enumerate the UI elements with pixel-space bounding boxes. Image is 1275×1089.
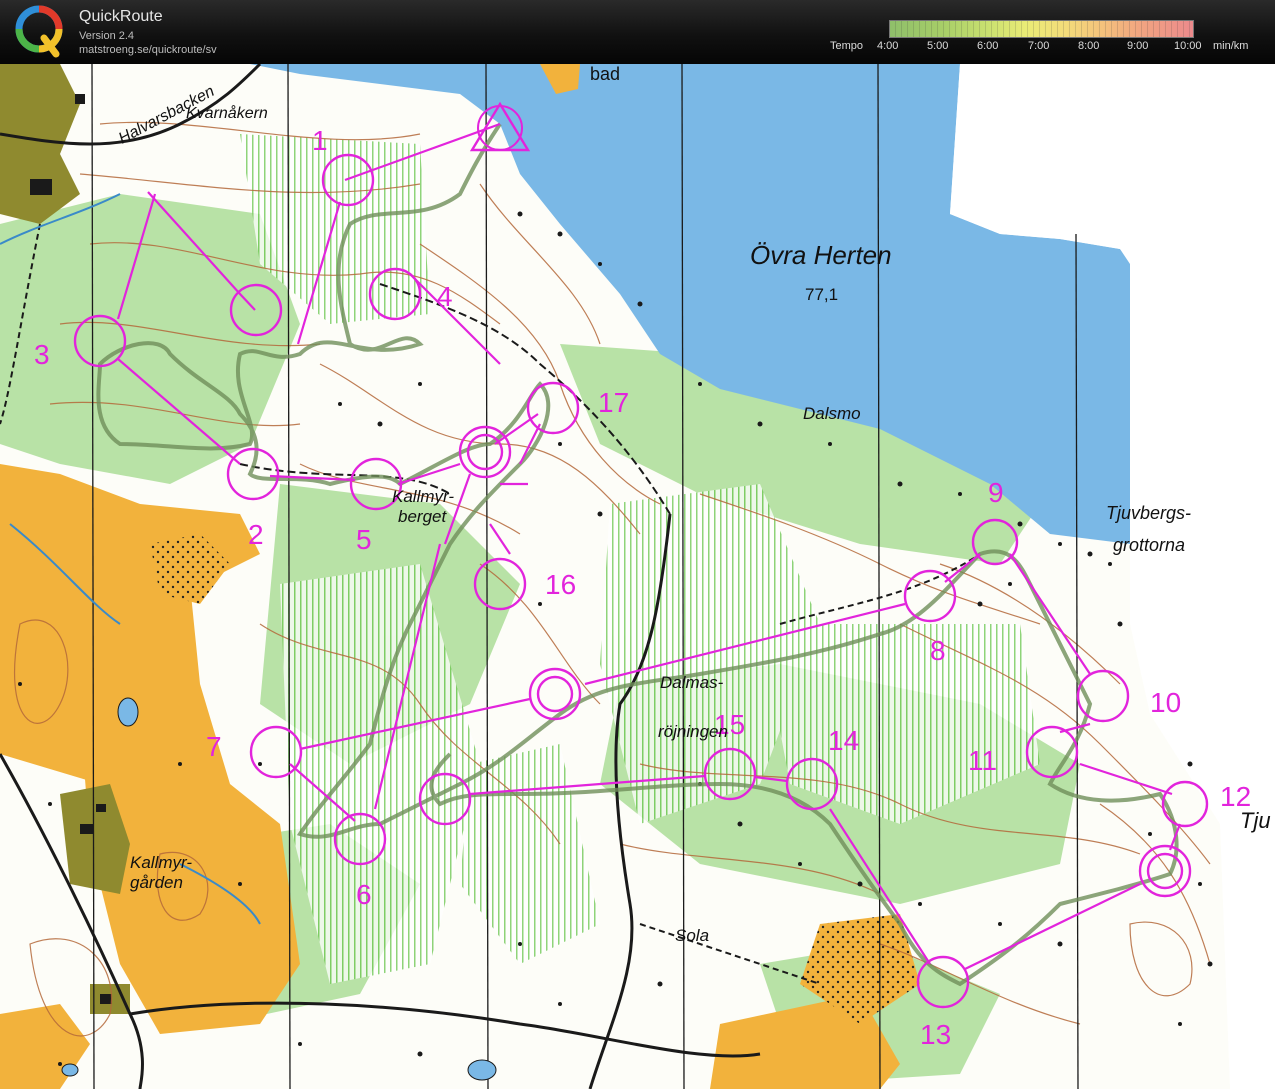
tempo-tick: 10:00 (1174, 40, 1202, 52)
tempo-tick: 8:00 (1078, 40, 1100, 52)
lake-name-label: Övra Herten (750, 240, 892, 270)
tjuvbergs-label-line2: grottorna (1113, 535, 1185, 555)
tju-label: Tju (1240, 808, 1271, 833)
kallmyrberget-label-line1: Kallmyr- (392, 487, 454, 506)
control-number-8: 8 (930, 635, 946, 666)
control-number-9: 9 (988, 477, 1004, 508)
control-number-4: 4 (437, 281, 453, 312)
kallmyrberget-label-line2: berget (398, 507, 447, 526)
sola-label: Sola (675, 926, 709, 945)
tempo-tick: 5:00 (927, 40, 949, 52)
control-number-14: 14 (828, 725, 859, 756)
control-number-2: 2 (248, 519, 264, 550)
control-number-5: 5 (356, 524, 372, 555)
orienteering-map[interactable]: 1 2 3 4 5 6 7 8 9 10 11 12 13 14 15 16 1… (0, 64, 1275, 1089)
kvarnakern-label: Kvarnåkern (186, 104, 268, 122)
control-number-13: 13 (920, 1019, 951, 1050)
tempo-tick: 9:00 (1127, 40, 1149, 52)
app-version: Version 2.4 (79, 30, 135, 42)
map-canvas[interactable]: 1 2 3 4 5 6 7 8 9 10 11 12 13 14 15 16 1… (0, 64, 1275, 1089)
control-number-6: 6 (356, 879, 372, 910)
app-url[interactable]: matstroeng.se/quickroute/sv (79, 44, 217, 56)
control-number-17: 17 (598, 387, 629, 418)
control-number-16: 16 (545, 569, 576, 600)
tempo-tick: 6:00 (977, 40, 999, 52)
app-title: QuickRoute (79, 8, 163, 25)
control-number-3: 3 (34, 339, 50, 370)
dalsmo-label: Dalsmo (803, 404, 861, 423)
tempo-tick: 4:00 (877, 40, 899, 52)
dalmasrojningen-label-line2: röjningen (658, 722, 728, 741)
control-number-1: 1 (312, 125, 328, 156)
tempo-unit: min/km (1213, 40, 1249, 52)
kallmyrgarden-label-line2: gården (130, 873, 183, 892)
tempo-tick: 7:00 (1028, 40, 1050, 52)
kallmyrgarden-label-line1: Kallmyr- (130, 853, 192, 872)
tempo-color-legend (889, 20, 1194, 38)
control-number-10: 10 (1150, 687, 1181, 718)
bad-label: bad (590, 64, 620, 84)
tjuvbergs-label-line1: Tjuvbergs- (1106, 503, 1191, 523)
tempo-label: Tempo (830, 40, 864, 52)
control-number-11: 11 (968, 745, 997, 776)
lake-height-label: 77,1 (805, 285, 838, 304)
title-bar: QuickRoute Version 2.4 matstroeng.se/qui… (0, 0, 1275, 64)
quickroute-logo-icon (15, 5, 63, 58)
control-number-7: 7 (206, 731, 222, 762)
dalmasrojningen-label-line1: Dalmas- (660, 673, 724, 692)
